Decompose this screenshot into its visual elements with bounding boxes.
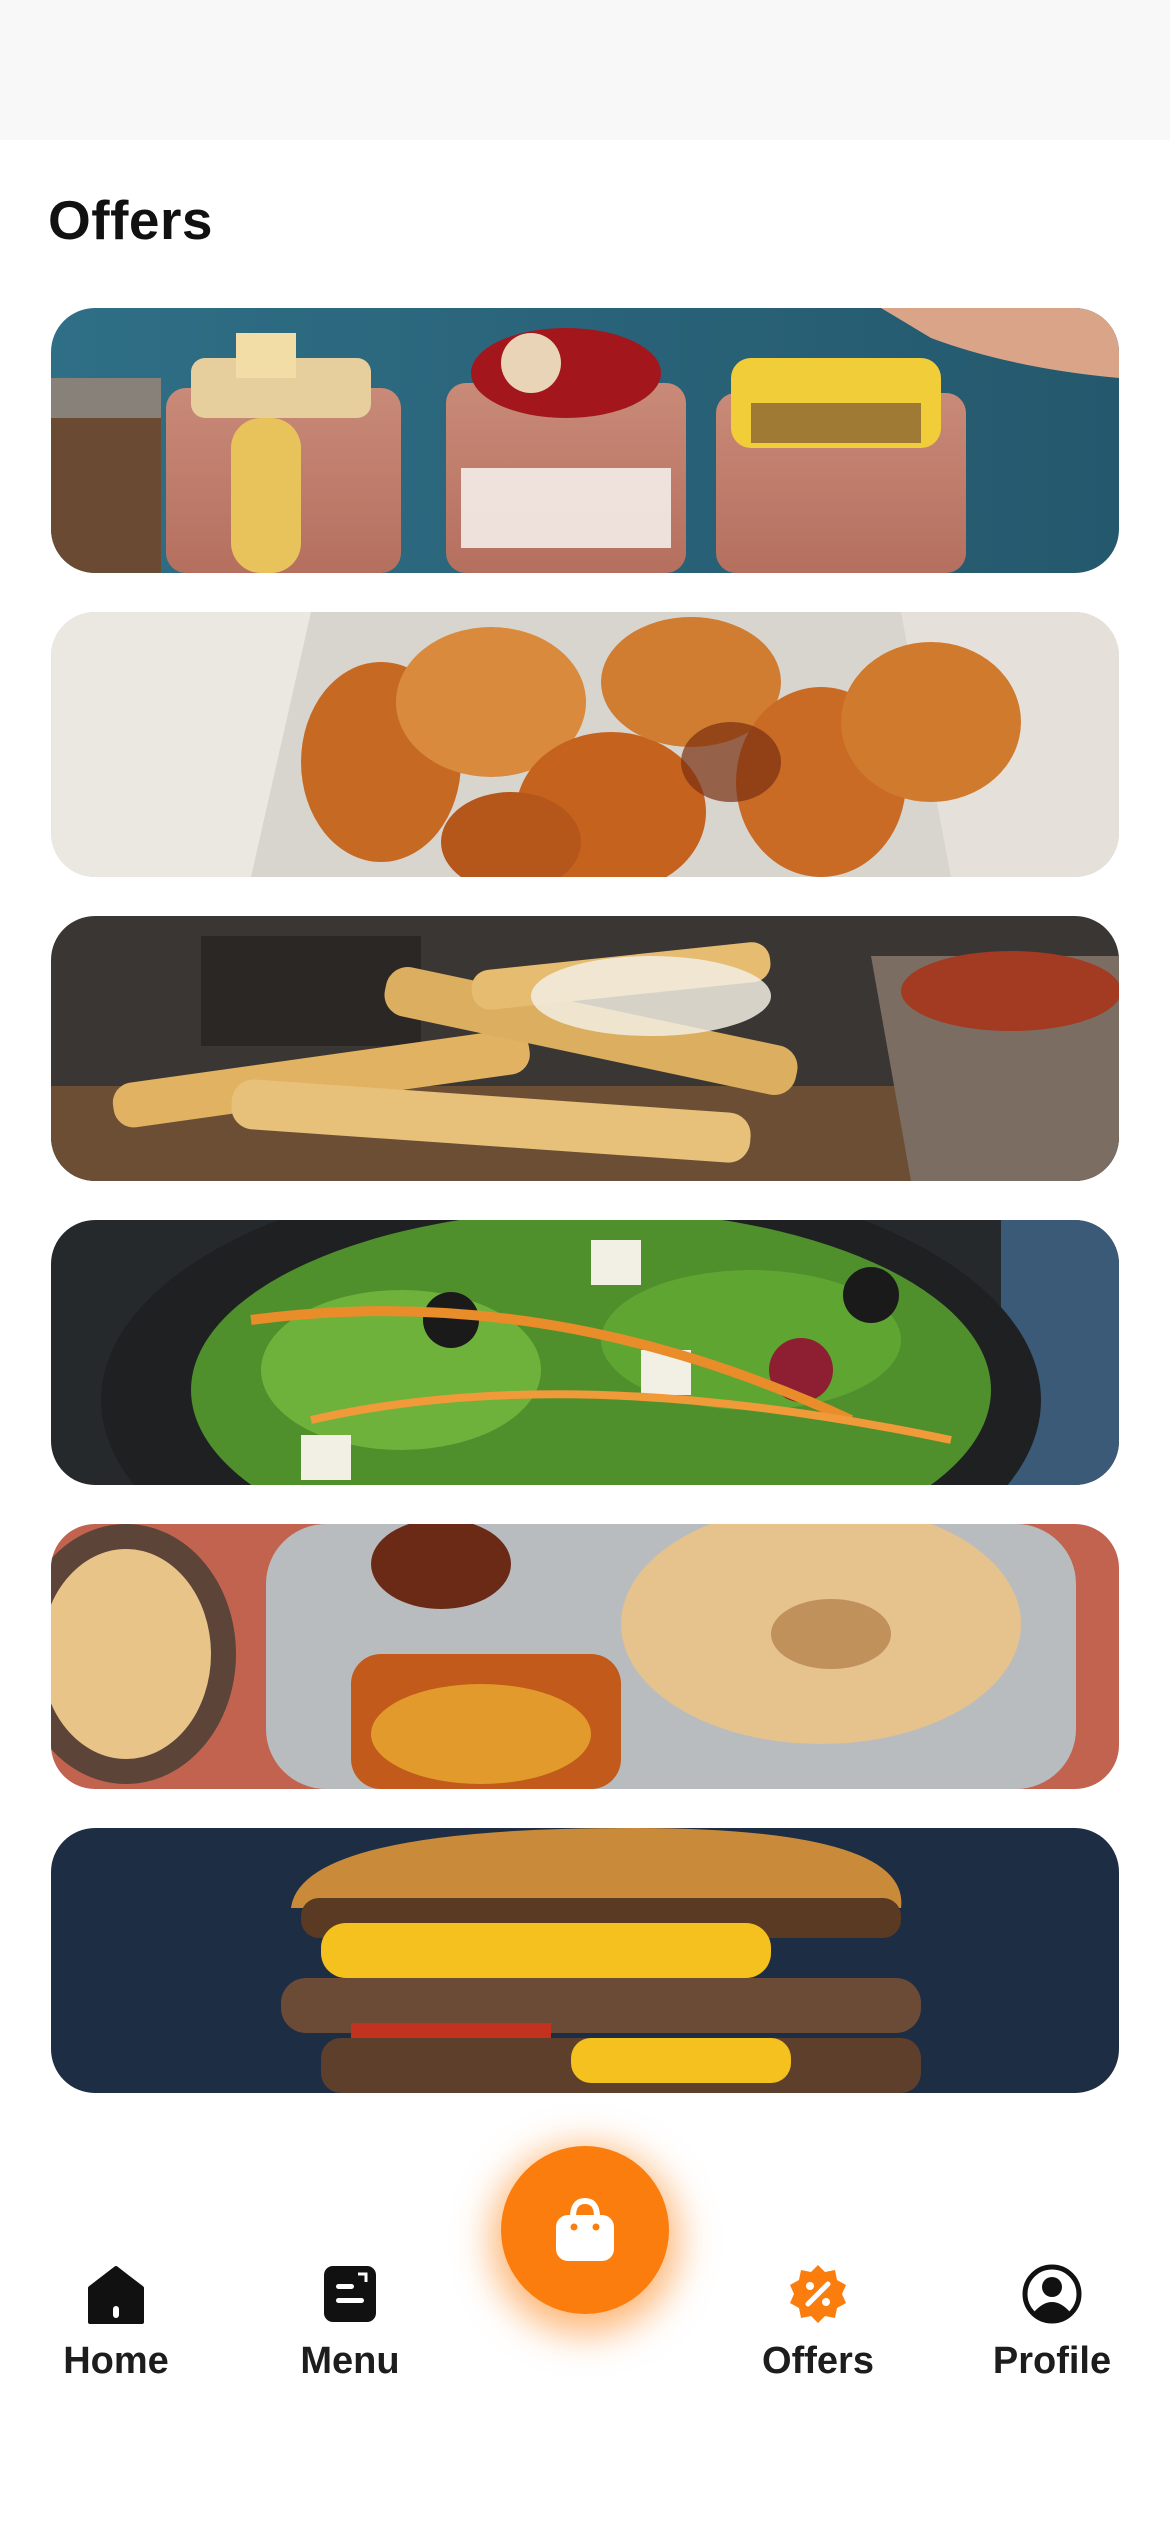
- parmesan-fries-photo: [51, 916, 1119, 1181]
- nav-offers[interactable]: Offers: [718, 2262, 918, 2383]
- menu-document-icon: [324, 2266, 376, 2322]
- offer-card[interactable]: [51, 1220, 1119, 1485]
- offer-card[interactable]: [51, 308, 1119, 573]
- greek-salad-photo: [51, 1220, 1119, 1485]
- double-cheeseburger-photo: [51, 1828, 1119, 2093]
- nav-home-label: Home: [63, 2340, 169, 2382]
- offers-list: [51, 308, 1119, 2132]
- offer-card[interactable]: [51, 916, 1119, 1181]
- offer-card[interactable]: [51, 1828, 1119, 2093]
- discount-badge-icon: [790, 2265, 846, 2323]
- offer-card[interactable]: [51, 612, 1119, 877]
- smoothie-cups-photo: [51, 308, 1119, 573]
- chicken-wings-photo: [51, 612, 1119, 877]
- indian-thali-photo: [51, 1524, 1119, 1789]
- cart-button[interactable]: [501, 2146, 669, 2314]
- nav-menu-label: Menu: [300, 2340, 400, 2382]
- nav-menu[interactable]: Menu: [250, 2262, 450, 2383]
- nav-offers-label: Offers: [762, 2340, 874, 2382]
- page-title: Offers: [48, 189, 213, 251]
- profile-icon: [1022, 2264, 1082, 2324]
- nav-profile[interactable]: Profile: [952, 2262, 1152, 2383]
- offer-card[interactable]: [51, 1524, 1119, 1789]
- shopping-bag-icon: [556, 2197, 614, 2261]
- nav-profile-label: Profile: [992, 2340, 1112, 2382]
- status-bar: [0, 0, 1170, 140]
- home-icon: [88, 2266, 144, 2324]
- nav-home[interactable]: Home: [16, 2262, 216, 2383]
